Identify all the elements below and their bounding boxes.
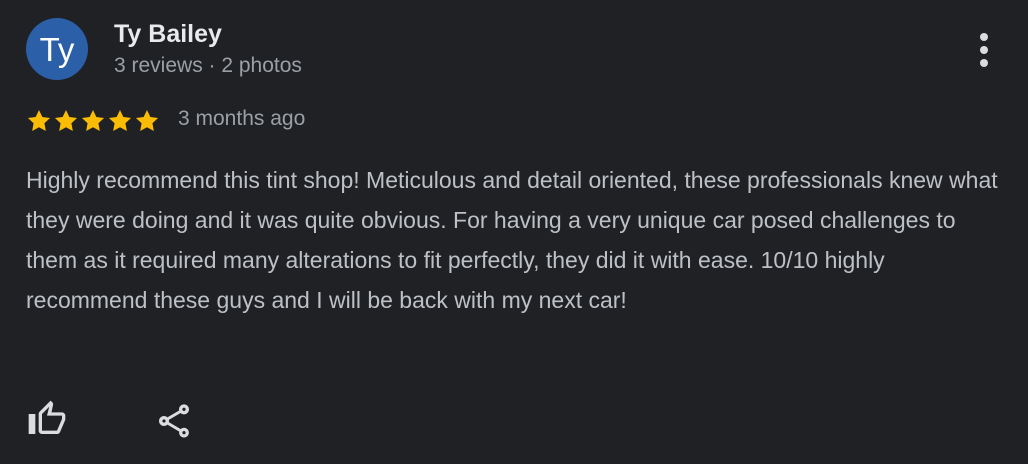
review-date: 3 months ago — [178, 107, 306, 130]
star-rating — [26, 108, 160, 134]
avatar[interactable]: Ty — [26, 18, 88, 80]
review-text: Highly recommend this tint shop! Meticul… — [26, 167, 998, 313]
star-icon — [135, 109, 159, 131]
more-options-button[interactable] — [964, 28, 1004, 72]
avatar-initials: Ty — [39, 30, 75, 68]
share-icon — [159, 404, 189, 438]
star-icon — [27, 109, 51, 131]
star-icon — [54, 109, 78, 131]
author-name[interactable]: Ty Bailey — [114, 20, 222, 49]
like-button[interactable] — [25, 397, 69, 441]
thumbs-up-icon — [28, 400, 66, 434]
star-icon — [81, 109, 105, 131]
share-button[interactable] — [152, 399, 196, 443]
star-icon — [108, 109, 132, 131]
review-card: Ty Ty Bailey 3 reviews · 2 photos 3 mont… — [0, 0, 1028, 464]
author-meta: 3 reviews · 2 photos — [114, 54, 302, 77]
more-vert-icon — [980, 33, 988, 67]
